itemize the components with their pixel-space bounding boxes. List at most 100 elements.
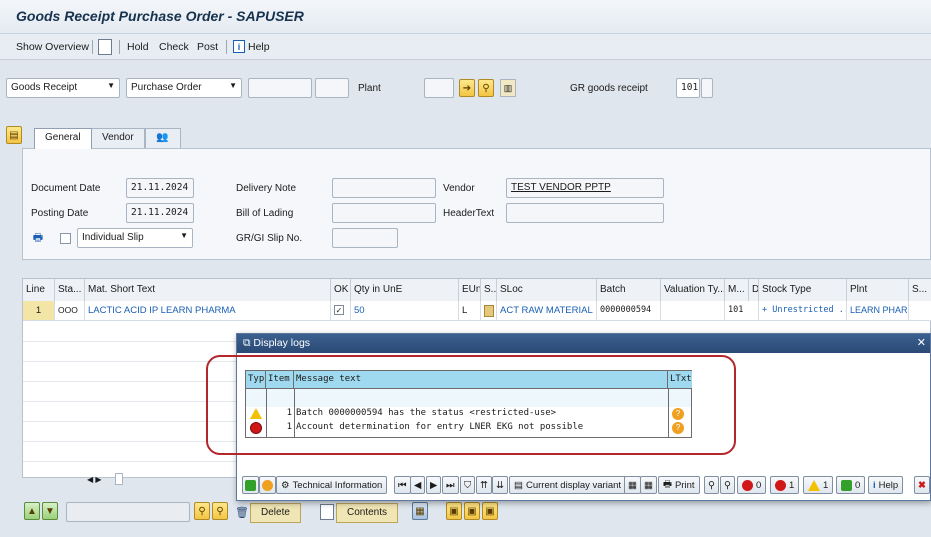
stop-messages-filter[interactable]: 0 — [737, 476, 767, 494]
long-text-button[interactable] — [259, 476, 276, 494]
column-header[interactable]: EUn — [459, 279, 481, 301]
column-header[interactable]: Batch — [597, 279, 661, 301]
row-material-text[interactable]: LACTIC ACID IP LEARN PHARMA — [85, 301, 331, 321]
previous-page-button[interactable]: ◀ — [410, 476, 426, 494]
find-icon[interactable]: ⚲ — [194, 502, 210, 520]
sort-ascending-icon: ⇈ — [480, 479, 488, 491]
warning-count: 1 — [823, 479, 829, 491]
movement-type-help[interactable] — [701, 78, 713, 98]
column-header[interactable]: D — [749, 279, 759, 301]
po-number-field[interactable] — [248, 78, 312, 98]
column-header[interactable]: Stock Type — [759, 279, 847, 301]
binoculars-icon[interactable]: ⚲ — [478, 79, 494, 97]
paste-icon[interactable]: ▣ — [464, 502, 480, 520]
select-all-icon[interactable]: ▲ — [24, 502, 40, 520]
error-messages-filter[interactable]: 1 — [770, 476, 800, 494]
horizontal-scrollbar[interactable] — [115, 473, 123, 485]
tab-vendor[interactable]: Vendor — [91, 128, 145, 148]
row-batch[interactable]: 0000000594 — [597, 301, 661, 321]
column-header[interactable]: Plnt — [847, 279, 909, 301]
column-header[interactable]: Valuation Ty... — [661, 279, 725, 301]
window-icon: ⧉ — [243, 337, 254, 349]
dropdown-arrow-icon: ▼ — [107, 81, 115, 90]
continue-button[interactable] — [242, 476, 259, 494]
check-button[interactable]: Check — [159, 41, 189, 53]
layout-icon[interactable]: ▦ — [412, 502, 428, 520]
grid-icon[interactable]: ▥ — [500, 79, 516, 97]
column-header[interactable]: OK — [331, 279, 351, 301]
save-layout-button[interactable]: ▦ — [640, 476, 657, 494]
tab-general[interactable]: General — [34, 128, 92, 149]
find-next-button[interactable]: ⚲ — [720, 476, 735, 494]
filter-button[interactable]: ⛉ — [460, 476, 476, 494]
document-date-field[interactable]: 21.11.2024 — [126, 178, 194, 198]
trash-icon[interactable]: 🗑 — [235, 504, 249, 520]
row-stock-type[interactable]: + Unrestricted .. — [759, 301, 847, 321]
gr-gi-slip-label: GR/GI Slip No. — [236, 233, 303, 244]
slip-option-dropdown[interactable]: Individual Slip ▼ — [77, 228, 193, 248]
cancel-button[interactable]: ✖ — [914, 476, 930, 494]
technical-information-button[interactable]: ⚙ Technical Information — [276, 476, 388, 494]
delete-button[interactable]: Delete — [250, 503, 301, 523]
success-messages-filter[interactable]: 0 — [836, 476, 866, 494]
find-next-icon[interactable]: ⚲ — [212, 502, 228, 520]
posting-date-field[interactable]: 21.11.2024 — [126, 203, 194, 223]
contents-button[interactable]: Contents — [336, 503, 399, 523]
po-item-field[interactable] — [315, 78, 349, 98]
row-plant[interactable]: LEARN PHAR.. — [847, 301, 909, 321]
close-icon[interactable]: ✕ — [917, 336, 926, 349]
horizontal-scroll-arrows[interactable]: ◀ ▶ — [87, 475, 102, 484]
column-header[interactable]: S... — [909, 279, 931, 301]
column-header[interactable]: S.. — [481, 279, 497, 301]
row-ok-checkbox[interactable]: ✓ — [331, 301, 351, 321]
row-storage-location[interactable]: ACT RAW MATERIAL — [497, 301, 597, 321]
print-button[interactable]: 🖶 Print — [658, 476, 700, 494]
info-icon[interactable]: i — [233, 40, 245, 53]
row-quantity[interactable]: 50 — [351, 301, 459, 321]
sort-descending-button[interactable]: ⇊ — [492, 476, 508, 494]
plant-field[interactable] — [424, 78, 454, 98]
storage-icon — [484, 305, 494, 317]
row-line-number[interactable]: 1 — [23, 301, 55, 321]
last-page-button[interactable]: ⏭ — [442, 476, 459, 494]
gr-gi-slip-field[interactable] — [332, 228, 398, 248]
column-header[interactable]: M... — [725, 279, 749, 301]
transaction-dropdown[interactable]: Goods Receipt ▼ — [6, 78, 120, 98]
first-page-button[interactable]: ⏮ — [394, 476, 411, 494]
column-header[interactable]: Mat. Short Text — [85, 279, 331, 301]
show-overview-button[interactable]: Show Overview — [16, 41, 89, 53]
current-display-variant-button[interactable]: ▤ Current display variant — [509, 476, 627, 494]
hold-button[interactable]: Hold — [127, 41, 149, 53]
new-document-icon[interactable] — [98, 39, 112, 55]
column-header[interactable]: SLoc — [497, 279, 597, 301]
next-icon: ▶ — [430, 479, 438, 491]
column-header[interactable]: Sta... — [55, 279, 85, 301]
bill-of-lading-field[interactable] — [332, 203, 436, 223]
header-text-field[interactable] — [506, 203, 664, 223]
search-term-field[interactable] — [66, 502, 190, 522]
execute-icon[interactable]: ➔ — [459, 79, 475, 97]
row-valuation-type[interactable] — [661, 301, 725, 321]
contents-icon[interactable] — [320, 504, 334, 520]
next-page-button[interactable]: ▶ — [426, 476, 442, 494]
toggle-header-icon[interactable]: ▤ — [6, 126, 22, 144]
help-button[interactable]: Help — [248, 41, 270, 53]
help-button[interactable]: i Help — [868, 476, 904, 494]
detail-icon[interactable]: ▣ — [482, 502, 498, 520]
copy-icon[interactable]: ▣ — [446, 502, 462, 520]
tab-partner[interactable]: 👥 — [145, 128, 181, 148]
sort-ascending-button[interactable]: ⇈ — [476, 476, 492, 494]
movement-type-field[interactable]: 101 — [676, 78, 700, 98]
filter-icon[interactable]: ▼ — [42, 502, 58, 520]
delivery-note-field[interactable] — [332, 178, 436, 198]
find-button[interactable]: ⚲ — [704, 476, 719, 494]
column-header[interactable]: Line — [23, 279, 55, 301]
choose-layout-button[interactable]: ▦ — [624, 476, 641, 494]
column-header[interactable]: Qty in UnE — [351, 279, 459, 301]
warning-messages-filter[interactable]: 1 — [803, 476, 834, 494]
reference-document-dropdown[interactable]: Purchase Order ▼ — [126, 78, 242, 98]
post-button[interactable]: Post — [197, 41, 218, 53]
vendor-field[interactable]: TEST VENDOR PPTP — [506, 178, 664, 198]
print-checkbox[interactable] — [60, 233, 71, 244]
toolbar-separator — [119, 40, 120, 54]
